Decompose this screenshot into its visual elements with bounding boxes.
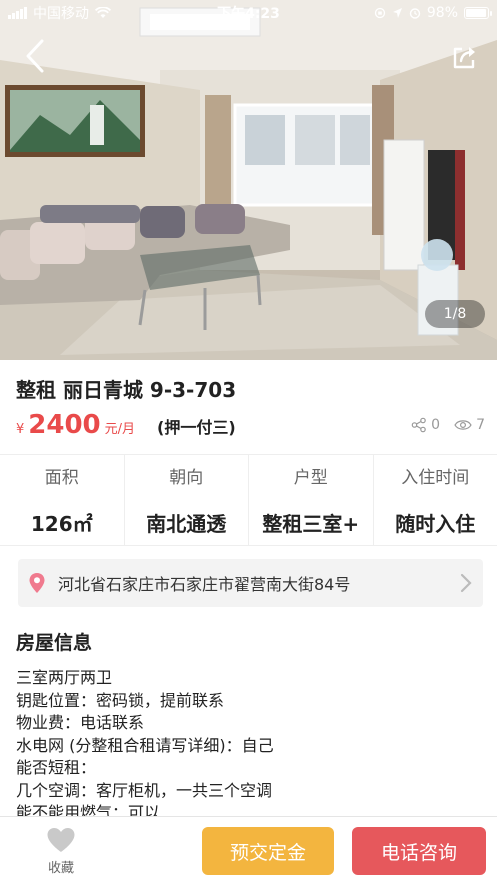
bottom-action-bar: 收藏 预交定金 电话咨询 — [0, 816, 497, 883]
spec-move-in: 入住时间 随时入住 — [374, 455, 497, 545]
spec-label: 朝向 — [169, 468, 204, 488]
spec-value: 126㎡ — [30, 512, 93, 536]
listing-stats: 0 7 — [411, 417, 485, 433]
chevron-right-icon — [460, 573, 472, 593]
location-pin-icon — [29, 573, 45, 593]
listing-page: 中国移动 下午4:23 98% 1/8 整租 丽日青城 9-3-703 ¥ 24… — [0, 0, 497, 883]
house-info-title: 房屋信息 — [16, 632, 93, 654]
specs-grid: 面积 126㎡ 朝向 南北通透 户型 整租三室+ 入住时间 随时入住 — [0, 454, 497, 546]
room-photo-illustration — [0, 0, 497, 360]
favorite-label: 收藏 — [47, 861, 74, 876]
view-count: 7 — [454, 417, 485, 433]
house-info-body: 三室两厅两卫 钥匙位置：密码锁，提前联系 物业费：电话联系 水电网 (分整租合租… — [16, 667, 481, 825]
share-count-value: 0 — [431, 417, 441, 433]
spec-value: 整租三室+ — [262, 512, 360, 536]
heart-icon — [47, 828, 75, 852]
info-line: 几个空调：客厅柜机，一共三个空调 — [16, 780, 273, 800]
deposit-terms: (押一付三) — [157, 418, 236, 437]
spec-area: 面积 126㎡ — [0, 455, 125, 545]
listing-title: 整租 丽日青城 9-3-703 — [16, 378, 237, 402]
price-value: 2400 — [28, 410, 101, 440]
info-line: 能否短租： — [16, 758, 97, 777]
photo-counter: 1/8 — [425, 300, 485, 328]
deposit-button[interactable]: 预交定金 — [202, 827, 334, 875]
view-count-value: 7 — [476, 417, 485, 433]
spec-value: 随时入住 — [395, 512, 476, 536]
spec-label: 户型 — [293, 468, 328, 488]
price-unit: 元/月 — [104, 422, 136, 437]
share-count[interactable]: 0 — [411, 417, 440, 433]
info-line: 物业费：电话联系 — [16, 713, 145, 732]
share-button[interactable] — [450, 42, 480, 72]
spec-label: 入住时间 — [401, 468, 470, 488]
call-button[interactable]: 电话咨询 — [352, 827, 486, 875]
listing-photo[interactable] — [0, 0, 497, 360]
status-bar: 中国移动 下午4:23 98% — [0, 0, 497, 26]
share-nodes-icon — [411, 417, 426, 433]
status-time: 下午4:23 — [217, 6, 280, 22]
info-line: 水电网 (分整租合租请写详细)：自己 — [16, 735, 274, 755]
spec-value: 南北通透 — [146, 512, 227, 536]
back-button[interactable] — [20, 38, 50, 74]
share-icon — [453, 47, 475, 69]
address-row[interactable]: 河北省石家庄市石家庄市翟营南大街84号 — [18, 559, 483, 607]
info-line: 三室两厅两卫 — [16, 668, 113, 687]
price-currency: ¥ — [16, 422, 25, 437]
eye-icon — [454, 420, 472, 430]
spec-label: 面积 — [44, 468, 79, 488]
battery-icon — [464, 7, 492, 19]
address-text: 河北省石家庄市石家庄市翟营南大街84号 — [58, 575, 351, 594]
spec-orientation: 朝向 南北通透 — [125, 455, 249, 545]
spec-layout: 户型 整租三室+ — [249, 455, 374, 545]
back-icon — [26, 39, 44, 73]
info-line: 钥匙位置：密码锁，提前联系 — [16, 690, 225, 710]
favorite-button[interactable]: 收藏 — [36, 827, 86, 879]
